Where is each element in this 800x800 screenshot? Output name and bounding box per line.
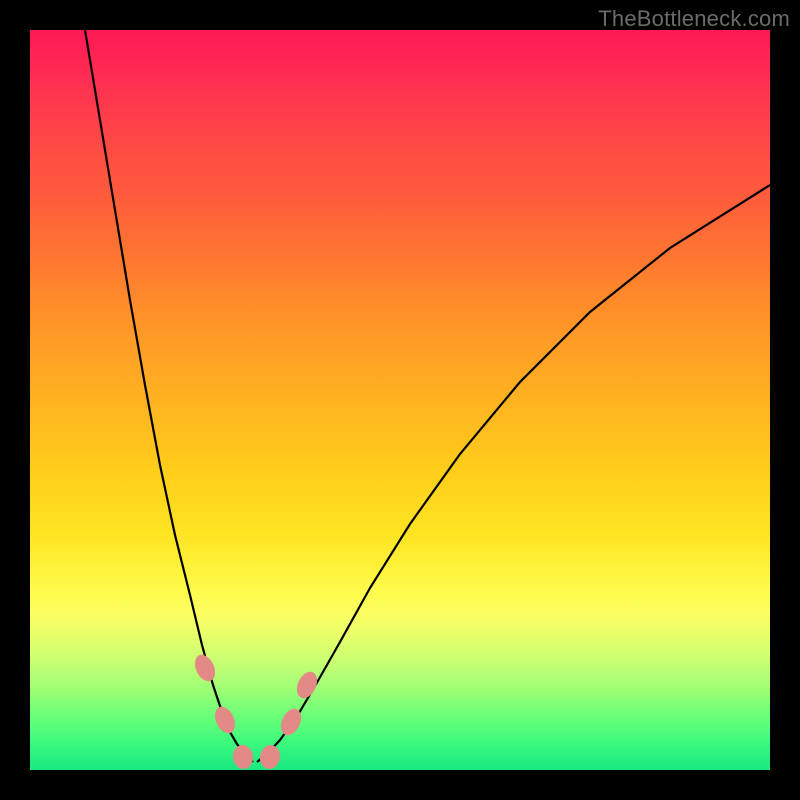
curve-right-branch <box>257 185 770 762</box>
plot-area <box>30 30 770 770</box>
marker-left-lower <box>211 704 239 737</box>
curve-left-branch <box>85 30 253 762</box>
marker-bottom-left <box>231 743 255 770</box>
watermark-text: TheBottleneck.com <box>598 6 790 32</box>
marker-bottom-right <box>258 743 282 770</box>
marker-left-upper <box>191 652 219 685</box>
curve-layer <box>30 30 770 770</box>
marker-right-upper <box>293 669 321 702</box>
